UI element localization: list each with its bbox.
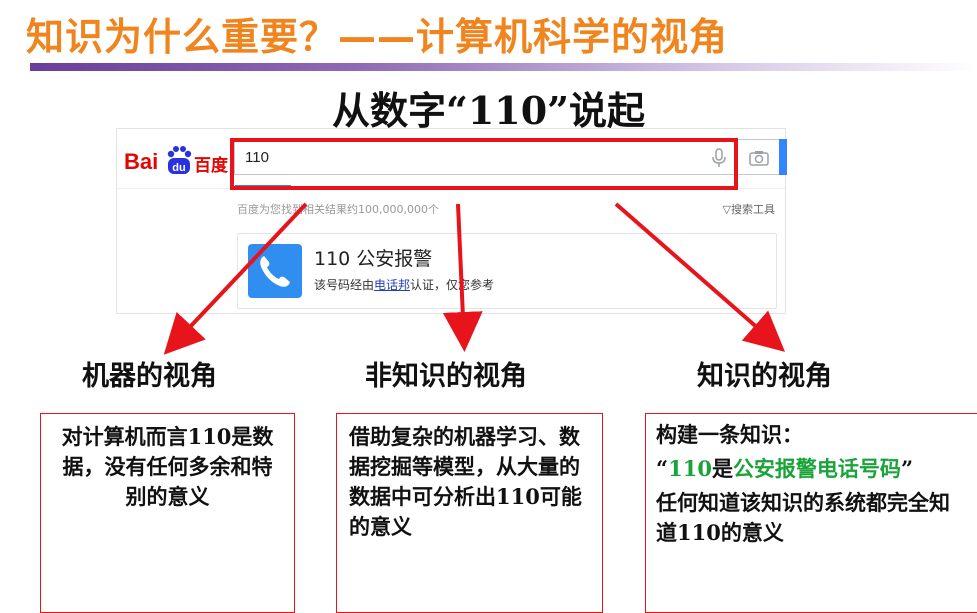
dianhuabang-link[interactable]: 电话邦 <box>374 278 410 292</box>
slide-title: 知识为什么重要？——计算机科学的视角 <box>26 15 729 59</box>
baidu-logo[interactable]: Bai du 百度 <box>124 145 229 179</box>
search-tools-label: 搜索工具 <box>731 203 775 216</box>
highlighted-phrase: 公安报警电话号码 <box>732 456 901 481</box>
paw-icon: du <box>167 146 192 174</box>
baidu-logo-latin: Bai <box>124 149 159 174</box>
knowledge-view-line3: 任何知道该知识的系统都完全知道110的意义 <box>656 490 950 545</box>
result-card-title[interactable]: 110 公安报警 <box>314 244 432 271</box>
search-submit-button[interactable] <box>779 139 787 175</box>
camera-icon[interactable] <box>749 150 769 166</box>
phone-icon <box>248 244 302 298</box>
knowledge-view-panel: 构建一条知识： “110是公安报警电话号码” 任何知道该知识的系统都完全知道11… <box>645 413 977 613</box>
baidu-logo-du: du <box>172 162 185 174</box>
knowledge-statement: “110是公安报警电话号码” <box>656 456 914 481</box>
baidu-logo-chinese: 百度 <box>194 156 228 176</box>
filter-icon: ▽ <box>722 203 731 216</box>
machine-view-label: 机器的视角 <box>82 361 217 392</box>
search-box-highlight <box>230 138 738 190</box>
machine-view-text: 对计算机而言110是数据，没有任何多余和特别的意义 <box>61 424 274 509</box>
search-tools-button[interactable]: ▽搜索工具 <box>723 201 775 217</box>
non-knowledge-view-label: 非知识的视角 <box>365 361 527 392</box>
non-knowledge-view-text: 借助复杂的机器学习、数据挖掘等模型，从大量的数据中可分析出110可能的意义 <box>349 424 582 539</box>
non-knowledge-view-panel: 借助复杂的机器学习、数据挖掘等模型，从大量的数据中可分析出110可能的意义 <box>336 413 603 613</box>
knowledge-view-label: 知识的视角 <box>697 361 832 392</box>
machine-view-panel: 对计算机而言110是数据，没有任何多余和特别的意义 <box>40 413 295 613</box>
slide-subtitle: 从数字“110”说起 <box>331 88 646 133</box>
knowledge-view-line1: 构建一条知识： <box>656 422 803 447</box>
title-divider <box>30 63 977 71</box>
result-count: 百度为您找到相关结果约100,000,000个 <box>237 203 439 216</box>
phone-result-card[interactable]: 110 公安报警 该号码经由电话邦认证，仅您参考 <box>237 233 777 309</box>
result-card-description: 该号码经由电话邦认证，仅您参考 <box>314 278 495 292</box>
